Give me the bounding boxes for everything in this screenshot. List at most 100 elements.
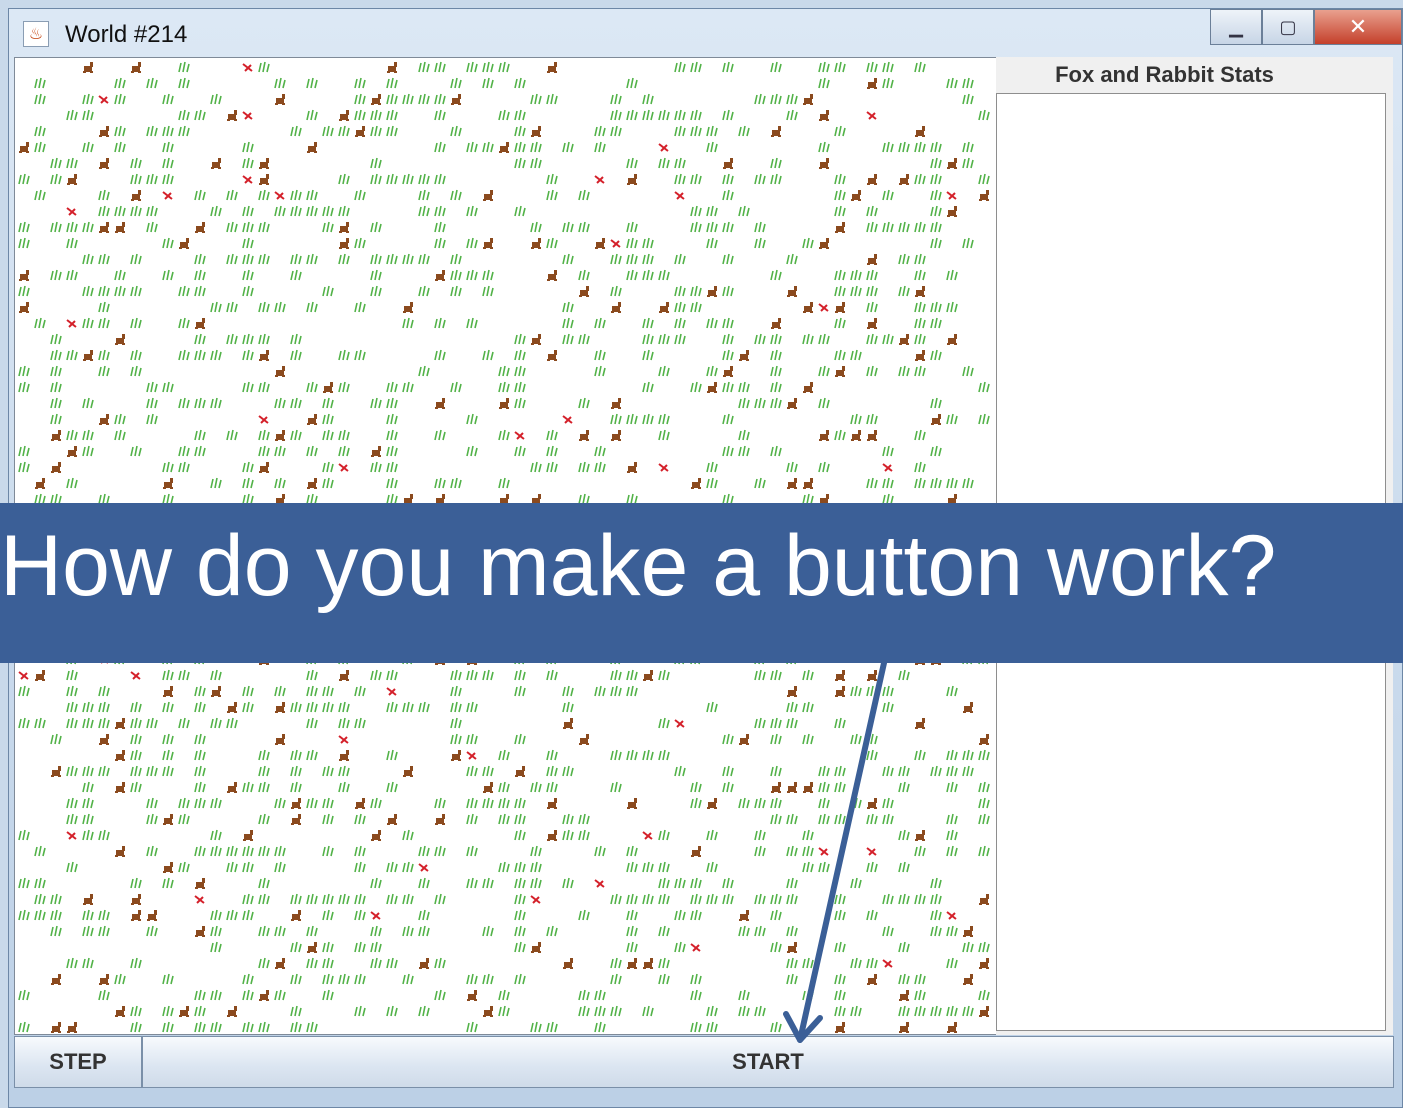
grass-sprite	[898, 893, 910, 905]
grass-sprite	[82, 909, 94, 921]
grass-sprite	[18, 173, 30, 185]
grass-sprite	[722, 877, 734, 889]
grass-sprite	[242, 909, 254, 921]
maximize-button[interactable]: ▢	[1262, 9, 1314, 45]
grass-sprite	[690, 781, 702, 793]
grass-sprite	[802, 237, 814, 249]
grass-sprite	[354, 77, 366, 89]
grass-sprite	[930, 317, 942, 329]
grass-sprite	[482, 973, 494, 985]
grass-sprite	[866, 861, 878, 873]
grass-sprite	[706, 205, 718, 217]
grass-sprite	[514, 349, 526, 361]
rabbit-sprite	[99, 734, 109, 745]
grass-sprite	[354, 893, 366, 905]
grass-sprite	[178, 317, 190, 329]
grass-sprite	[370, 877, 382, 889]
rabbit-sprite	[339, 750, 349, 761]
grass-sprite	[194, 189, 206, 201]
grass-sprite	[50, 381, 62, 393]
grass-sprite	[466, 669, 478, 681]
start-button[interactable]: START	[142, 1036, 1394, 1088]
grass-sprite	[66, 813, 78, 825]
grass-sprite	[306, 701, 318, 713]
rabbit-sprite	[307, 478, 317, 489]
grass-sprite	[706, 461, 718, 473]
grass-sprite	[850, 797, 862, 809]
grass-sprite	[258, 301, 270, 313]
grass-sprite	[594, 141, 606, 153]
grass-sprite	[914, 1005, 926, 1017]
fox-sprite	[674, 191, 685, 200]
grass-sprite	[98, 205, 110, 217]
grass-sprite	[754, 797, 766, 809]
grass-sprite	[898, 669, 910, 681]
grass-sprite	[786, 925, 798, 937]
grass-sprite	[706, 221, 718, 233]
grass-sprite	[690, 301, 702, 313]
rabbit-sprite	[19, 270, 29, 281]
rabbit-sprite	[275, 702, 285, 713]
grass-sprite	[82, 429, 94, 441]
grass-sprite	[482, 285, 494, 297]
grass-sprite	[290, 253, 302, 265]
rabbit-sprite	[435, 814, 445, 825]
grass-sprite	[34, 93, 46, 105]
grass-sprite	[130, 877, 142, 889]
grass-sprite	[418, 925, 430, 937]
grass-sprite	[770, 157, 782, 169]
grass-sprite	[354, 941, 366, 953]
grass-sprite	[338, 701, 350, 713]
grass-sprite	[194, 445, 206, 457]
grass-sprite	[834, 349, 846, 361]
close-icon: ✕	[1348, 14, 1368, 40]
title-bar[interactable]: ♨ World #214 ▁ ▢ ✕	[9, 9, 1402, 63]
grass-sprite	[82, 93, 94, 105]
grass-sprite	[802, 701, 814, 713]
rabbit-sprite	[51, 462, 61, 473]
rabbit-sprite	[835, 1022, 845, 1033]
grass-sprite	[898, 941, 910, 953]
rabbit-sprite	[547, 62, 557, 73]
grass-sprite	[962, 77, 974, 89]
step-button[interactable]: STEP	[14, 1036, 142, 1088]
grass-sprite	[226, 861, 238, 873]
grass-sprite	[802, 333, 814, 345]
grass-sprite	[194, 765, 206, 777]
grass-sprite	[834, 893, 846, 905]
grass-sprite	[514, 333, 526, 345]
grass-sprite	[66, 477, 78, 489]
grass-sprite	[514, 973, 526, 985]
rabbit-sprite	[67, 1022, 77, 1033]
grass-sprite	[626, 269, 638, 281]
grass-sprite	[258, 957, 270, 969]
grass-sprite	[290, 765, 302, 777]
rabbit-sprite	[739, 734, 749, 745]
grass-sprite	[434, 237, 446, 249]
grass-sprite	[690, 797, 702, 809]
grass-sprite	[722, 381, 734, 393]
grass-sprite	[338, 253, 350, 265]
grass-sprite	[722, 349, 734, 361]
grass-sprite	[146, 413, 158, 425]
fox-sprite	[370, 911, 381, 920]
grass-sprite	[642, 317, 654, 329]
grass-sprite	[514, 445, 526, 457]
grass-sprite	[802, 861, 814, 873]
rabbit-sprite	[163, 862, 173, 873]
maximize-icon: ▢	[1279, 16, 1297, 38]
rabbit-sprite	[963, 702, 973, 713]
grass-sprite	[82, 829, 94, 841]
grass-sprite	[946, 269, 958, 281]
grass-sprite	[450, 701, 462, 713]
minimize-button[interactable]: ▁	[1210, 9, 1262, 45]
grass-sprite	[578, 461, 590, 473]
grass-sprite	[466, 413, 478, 425]
grass-sprite	[754, 221, 766, 233]
close-button[interactable]: ✕	[1314, 9, 1402, 45]
grass-sprite	[194, 845, 206, 857]
grass-sprite	[690, 893, 702, 905]
grass-sprite	[914, 429, 926, 441]
grass-sprite	[914, 973, 926, 985]
rabbit-sprite	[291, 798, 301, 809]
